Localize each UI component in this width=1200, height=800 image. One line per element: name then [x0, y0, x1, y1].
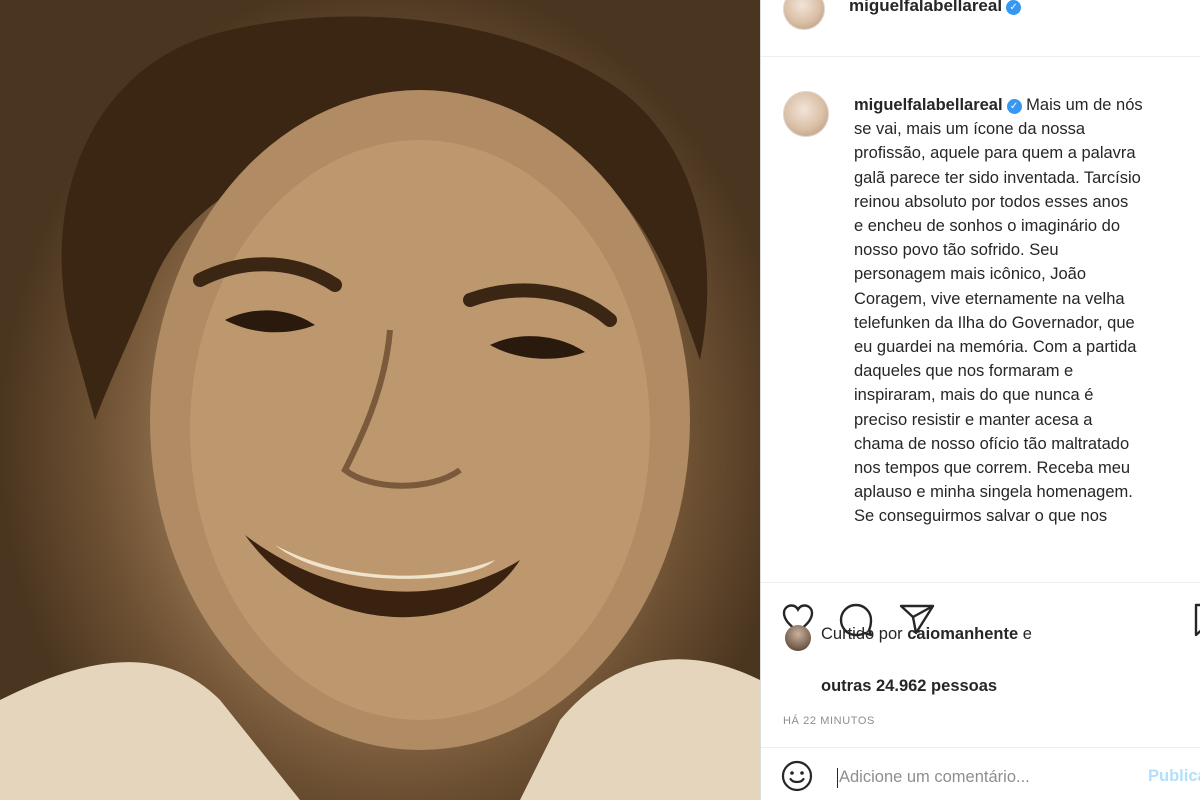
- liked-by-prefix: Curtido por: [821, 625, 908, 643]
- caption-first-line: miguelfalabellareal ✓ Mais um de nós: [854, 93, 1200, 117]
- caption-line: nosso povo tão sofrido. Seu: [854, 241, 1059, 260]
- author-username-text[interactable]: miguelfalabellareal: [849, 0, 1002, 15]
- post-caption: miguelfalabellareal ✓ Mais um de nós se v…: [854, 93, 1200, 529]
- caption-line: profissão, aquele para quem a palavra: [854, 144, 1136, 163]
- text-cursor: [837, 768, 838, 788]
- emoji-icon[interactable]: [781, 760, 813, 797]
- author-avatar[interactable]: [783, 0, 825, 30]
- caption-line: nos tempos que correm. Receba meu: [854, 459, 1131, 478]
- others-likes-link[interactable]: outras 24.962 pessoas: [821, 677, 997, 696]
- comment-input[interactable]: [839, 764, 1089, 790]
- caption-line: preciso resistir e manter acesa a: [854, 410, 1093, 429]
- portrait-illustration: [0, 16, 760, 800]
- caption-line: personagem mais icônico, João: [854, 265, 1087, 284]
- caption-line: Mais um de nós: [1026, 96, 1143, 114]
- verified-badge-icon: ✓: [1006, 0, 1022, 15]
- caption-line: telefunken da Ilha do Governador, que: [854, 313, 1135, 332]
- caption-line: galã parece ter sido inventada. Tarcísio: [854, 168, 1141, 187]
- caption-verified-badge-icon: ✓: [1006, 99, 1022, 114]
- caption-line: eu guardei na memória. Com a partida: [854, 338, 1137, 357]
- post-actions: Curtido por caiomanhente e outras 24.962…: [761, 582, 1200, 800]
- caption-author-avatar[interactable]: [783, 91, 829, 137]
- publish-button[interactable]: Publicar: [1148, 767, 1200, 786]
- caption-line: daqueles que nos formaram e: [854, 362, 1074, 381]
- caption-line: Se conseguirmos salvar o que nos: [854, 507, 1108, 526]
- liker-avatar[interactable]: [785, 625, 811, 651]
- liked-by-text: Curtido por caiomanhente e: [821, 621, 1181, 647]
- caption-section: miguelfalabellareal ✓ Mais um de nós se v…: [761, 57, 1200, 582]
- caption-line: aplauso e minha singela homenagem.: [854, 483, 1133, 502]
- liked-by-suffix: e: [1018, 625, 1032, 643]
- post-side-panel: miguelfalabellareal ✓ miguelfalabellareal…: [761, 0, 1200, 800]
- bookmark-icon[interactable]: [1193, 603, 1200, 642]
- caption-line: e encheu de sonhos o imaginário do: [854, 217, 1121, 236]
- caption-line: inspiraram, mais do que nunca é: [854, 386, 1094, 405]
- post-timestamp[interactable]: HÁ 22 MINUTOS: [783, 715, 875, 727]
- comment-bar: Publicar: [761, 747, 1200, 800]
- post-photo[interactable]: [0, 0, 760, 800]
- caption-line: se vai, mais um ícone da nossa: [854, 120, 1086, 139]
- author-username[interactable]: miguelfalabellareal ✓: [849, 0, 1022, 16]
- caption-line: reinou absoluto por todos esses anos: [854, 192, 1129, 211]
- caption-line: chama de nosso ofício tão maltratado: [854, 434, 1130, 453]
- caption-line: Coragem, vive eternamente na velha: [854, 289, 1125, 308]
- caption-username[interactable]: miguelfalabellareal: [854, 96, 1003, 114]
- liker-username[interactable]: caiomanhente: [907, 625, 1018, 643]
- post-header: miguelfalabellareal ✓: [761, 0, 1200, 57]
